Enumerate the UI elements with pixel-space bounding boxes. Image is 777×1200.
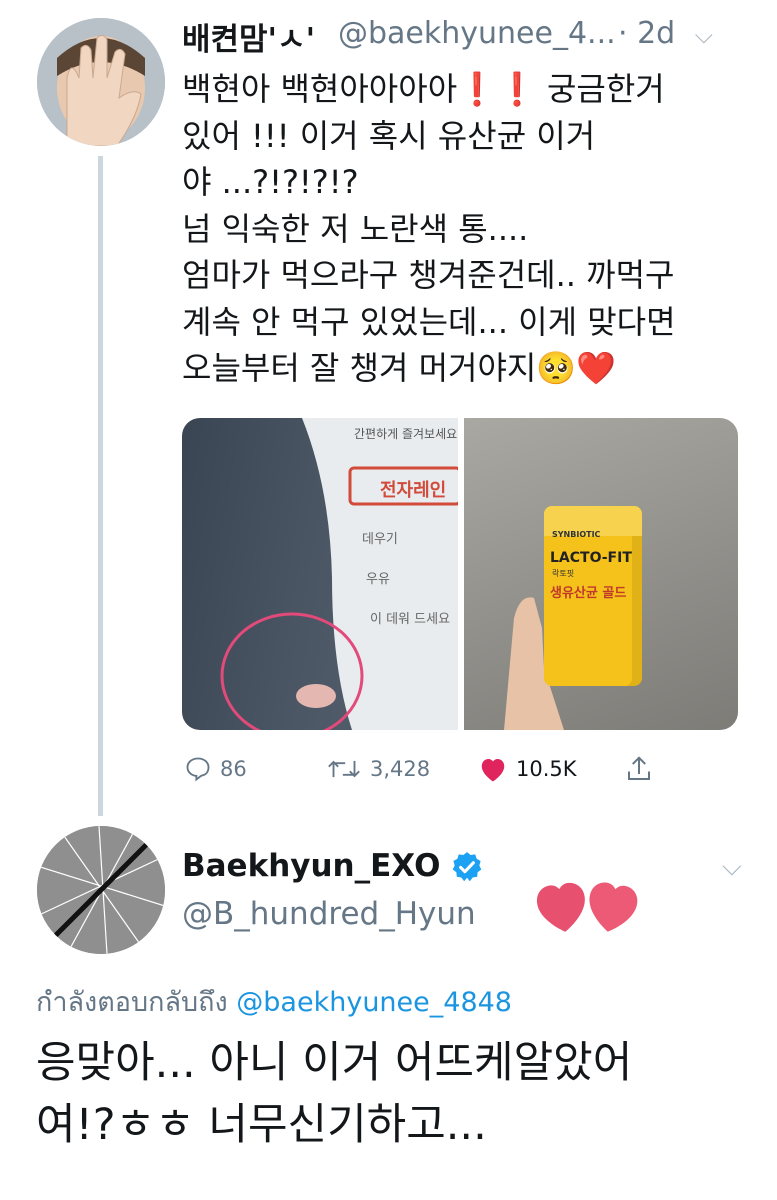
media-photo-product[interactable]: SYNBIOTIC LACTO-FIT 락토핏 생유산균 골드 xyxy=(464,418,738,730)
package-heading: 전자레인 xyxy=(380,480,447,501)
display-name[interactable]: Baekhyun_EXO xyxy=(182,848,440,884)
avatar-logo xyxy=(37,826,165,954)
retweet-button[interactable]: 3,428 xyxy=(326,752,430,786)
reply-button[interactable]: 86 xyxy=(184,752,247,786)
like-count: 10.5K xyxy=(516,757,577,781)
share-button[interactable] xyxy=(624,752,654,786)
avatar-photo xyxy=(37,18,165,146)
product-jar: SYNBIOTIC LACTO-FIT 락토핏 생유산균 골드 xyxy=(544,506,642,686)
jar-brand: LACTO-FIT xyxy=(550,550,632,566)
mention-link[interactable]: @baekhyunee_4848 xyxy=(236,987,512,1018)
user-handle[interactable]: @baekhyunee_4... xyxy=(338,16,616,51)
replying-label: กำลังตอบกลับถึง xyxy=(36,987,228,1018)
heart-icon xyxy=(481,759,505,782)
package-illustration xyxy=(220,418,458,730)
like-button[interactable]: 10.5K xyxy=(478,752,577,786)
retweet-count: 3,428 xyxy=(370,757,431,781)
package-text-line: 데우기 xyxy=(362,532,398,547)
timestamp-text: · 2d xyxy=(618,16,676,51)
jar-brand-sub: 락토핏 xyxy=(552,569,575,578)
package-text-line: 간편하게 즐겨보세요 xyxy=(354,427,458,441)
avatar[interactable] xyxy=(37,18,165,146)
replying-to: กำลังตอบกลับถึง @baekhyunee_4848 xyxy=(36,980,512,1023)
jar-label-top: SYNBIOTIC xyxy=(552,530,601,539)
avatar[interactable] xyxy=(37,826,165,954)
retweet-icon xyxy=(328,760,360,778)
jar-product-name: 생유산균 골드 xyxy=(550,586,627,601)
package-text-line: 우유 xyxy=(366,572,390,587)
chevron-down-icon[interactable]: ⌵ xyxy=(722,852,742,883)
hearts-sticker-icon xyxy=(536,882,638,932)
media-photo-package[interactable]: 간편하게 즐겨보세요 전자레인 데우기 우유 이 데워 드세요 xyxy=(182,418,458,730)
display-name[interactable]: 배켠맘'ㅅ' xyxy=(182,14,315,59)
reply-count: 86 xyxy=(220,757,247,781)
chevron-down-icon[interactable]: ⌵ xyxy=(695,21,713,49)
verified-badge-icon xyxy=(452,852,482,882)
user-handle[interactable]: @B_hundred_Hyun xyxy=(182,896,476,932)
package-text-line: 이 데워 드세요 xyxy=(370,612,451,627)
tweet-text: 백현아 백현아아아아❗️❗️ 궁금한거 있어 !!! 이거 혹시 유산균 이거 … xyxy=(182,70,676,387)
tweet-media[interactable]: 간편하게 즐겨보세요 전자레인 데우기 우유 이 데워 드세요 SYNBIOTI… xyxy=(182,418,738,730)
reply-icon xyxy=(186,757,210,782)
share-icon xyxy=(628,756,650,780)
tweet-timestamp[interactable]: · 2d ⌵ xyxy=(618,16,713,51)
reply-tweet-text: 응맞아... 아니 이거 어뜨케알았어 여!?ㅎㅎ 너무신기하고... xyxy=(36,1038,633,1150)
thread-line xyxy=(98,156,103,816)
